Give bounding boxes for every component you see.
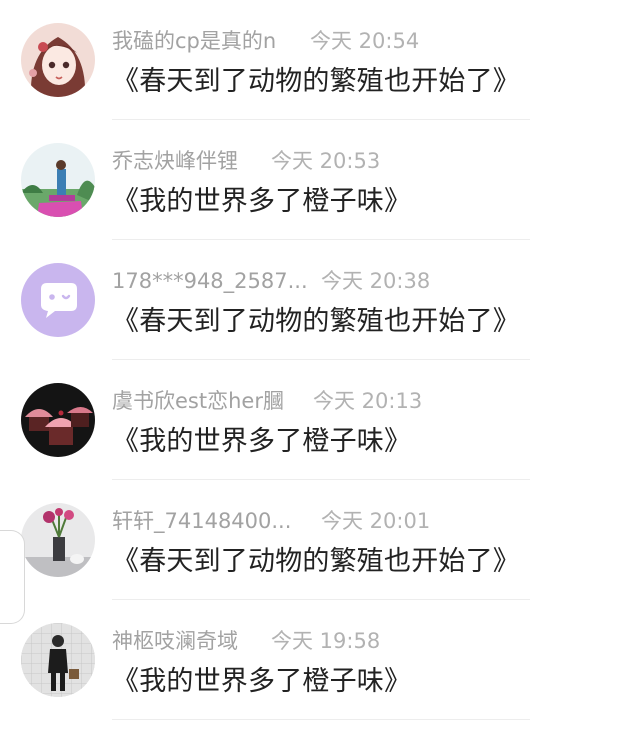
comment-meta: 我磕的cp是真的n 今天 20:54	[112, 26, 419, 56]
person-photo-avatar[interactable]	[21, 623, 95, 697]
username[interactable]: 轩轩_74148400...	[112, 509, 291, 533]
comment-item[interactable]: 虞书欣est恋her膕 今天 20:13 《我的世界多了橙子味》	[0, 360, 640, 480]
side-drawer-handle[interactable]	[0, 530, 25, 624]
timestamp: 今天 20:53	[271, 149, 381, 173]
comment-item[interactable]: 178***948_2587... 今天 20:38 《春天到了动物的繁殖也开始…	[0, 240, 640, 360]
comment-meta: 178***948_2587... 今天 20:38	[112, 266, 430, 296]
comment-text: 《我的世界多了橙子味》	[112, 426, 412, 457]
comment-meta: 乔志炔峰伴锂 今天 20:53	[112, 146, 380, 176]
outdoor-photo-avatar[interactable]	[21, 143, 95, 217]
username[interactable]: 虞书欣est恋her膕	[112, 389, 284, 413]
flower-vase-avatar[interactable]	[21, 503, 95, 577]
timestamp: 今天 20:54	[310, 29, 420, 53]
timestamp: 今天 20:13	[313, 389, 423, 413]
comment-meta: 轩轩_74148400... 今天 20:01	[112, 506, 430, 536]
comment-list-page: 我磕的cp是真的n 今天 20:54 《春天到了动物的繁殖也开始了》 乔志炔峰伴…	[0, 0, 640, 738]
comment-item[interactable]: 轩轩_74148400... 今天 20:01 《春天到了动物的繁殖也开始了》	[0, 480, 640, 600]
username[interactable]: 我磕的cp是真的n	[112, 29, 276, 53]
username[interactable]: 神柩吱澜奇域	[112, 629, 238, 653]
comment-meta: 虞书欣est恋her膕 今天 20:13	[112, 386, 422, 416]
comment-item[interactable]: 我磕的cp是真的n 今天 20:54 《春天到了动物的繁殖也开始了》	[0, 0, 640, 120]
comment-text: 《我的世界多了橙子味》	[112, 186, 412, 217]
cupcake-avatar[interactable]	[21, 383, 95, 457]
comment-text: 《我的世界多了橙子味》	[112, 666, 412, 697]
timestamp: 今天 20:01	[321, 509, 431, 533]
divider	[112, 719, 530, 720]
comment-item[interactable]: 神柩吱澜奇域 今天 19:58 《我的世界多了橙子味》	[0, 600, 640, 720]
anime-girl-avatar[interactable]	[21, 23, 95, 97]
comment-meta: 神柩吱澜奇域 今天 19:58	[112, 626, 380, 656]
comment-item[interactable]: 乔志炔峰伴锂 今天 20:53 《我的世界多了橙子味》	[0, 120, 640, 240]
comment-text: 《春天到了动物的繁殖也开始了》	[112, 306, 520, 337]
username[interactable]: 178***948_2587...	[112, 269, 308, 293]
timestamp: 今天 20:38	[321, 269, 431, 293]
timestamp: 今天 19:58	[271, 629, 381, 653]
username[interactable]: 乔志炔峰伴锂	[112, 149, 238, 173]
comment-text: 《春天到了动物的繁殖也开始了》	[112, 66, 520, 97]
comment-text: 《春天到了动物的繁殖也开始了》	[112, 546, 520, 577]
default-chat-avatar[interactable]	[21, 263, 95, 337]
